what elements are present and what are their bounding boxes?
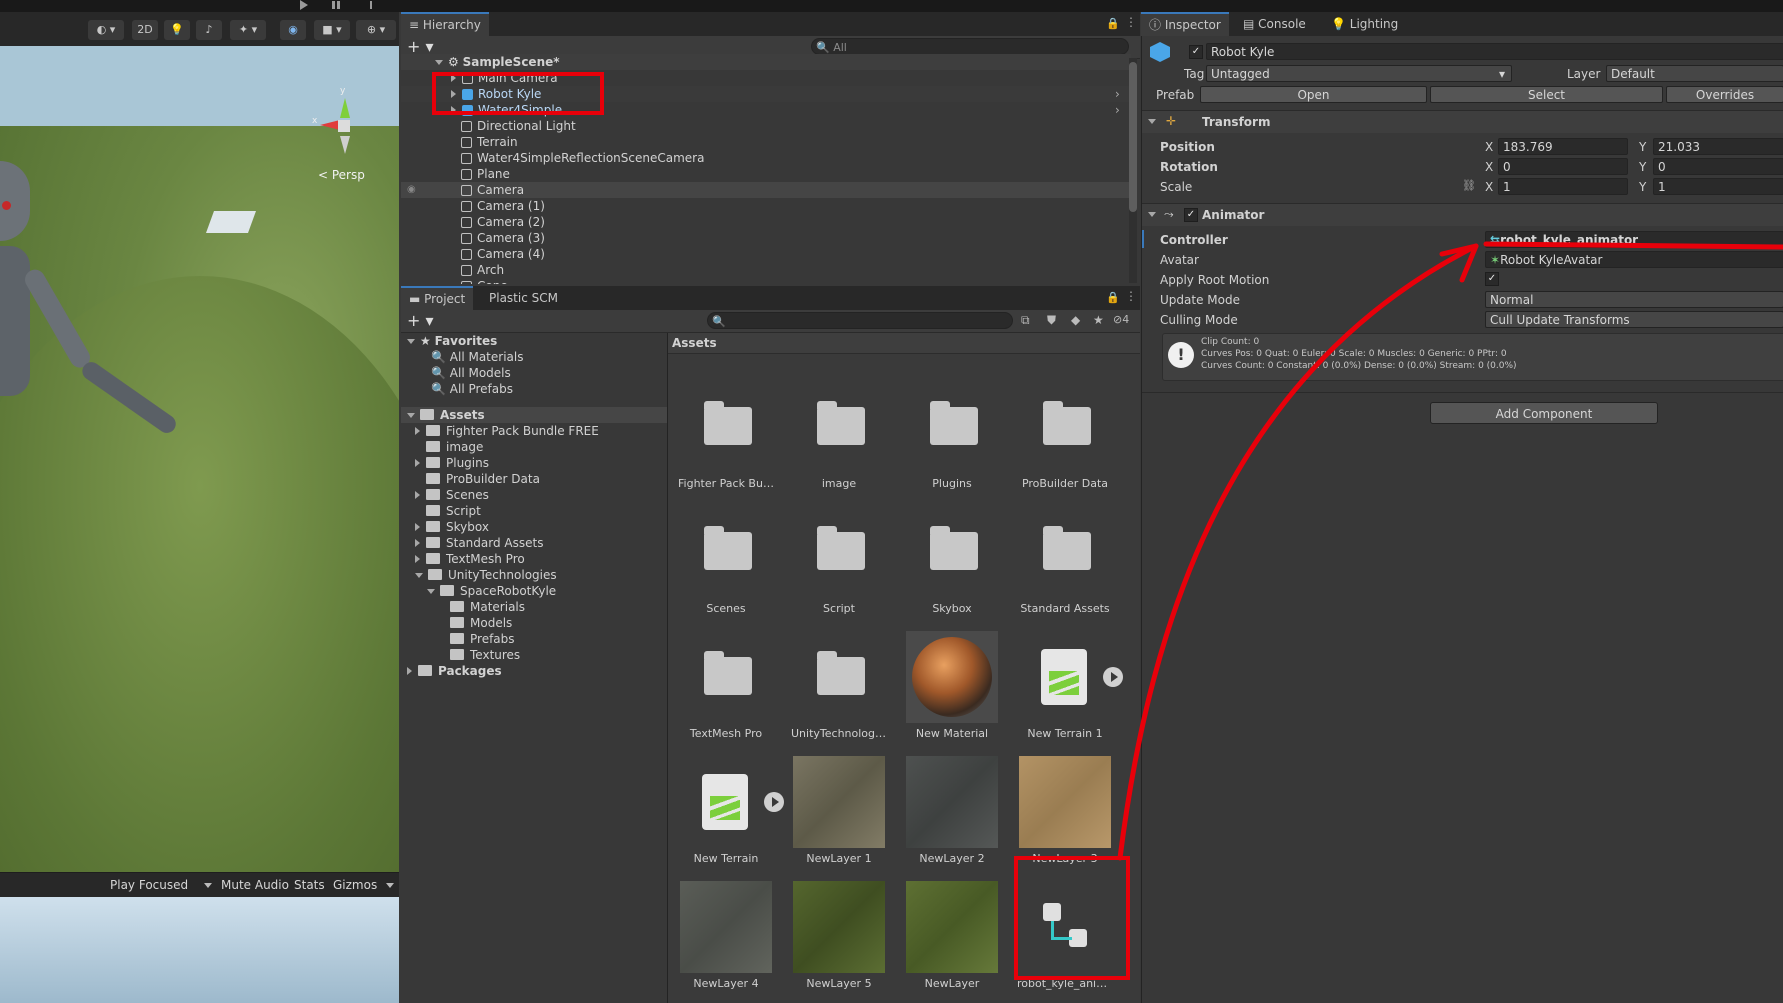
annotation-arrow	[1117, 241, 1783, 861]
arrow-curve	[1117, 243, 1479, 861]
underline-controller	[1483, 241, 1783, 250]
